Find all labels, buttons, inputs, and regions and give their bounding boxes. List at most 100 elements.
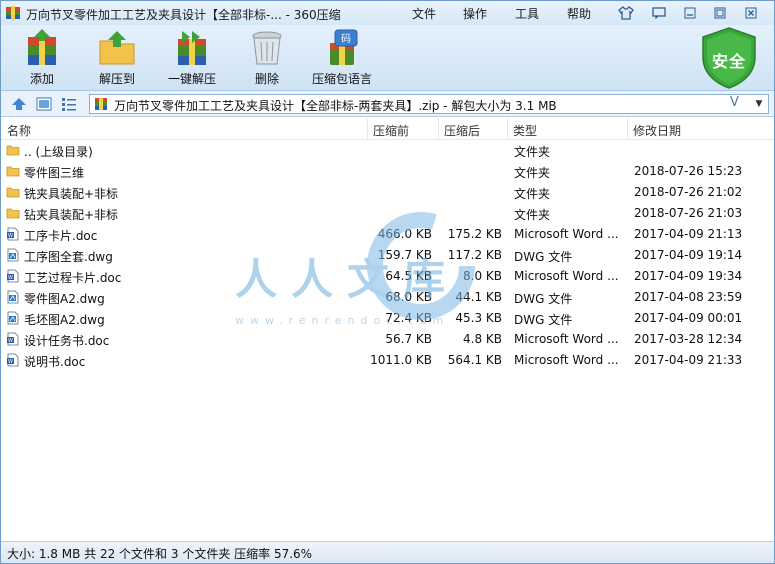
archive-language-button[interactable]: 码 压缩包语言	[309, 29, 375, 89]
list-item[interactable]: 工序图全套.dwg 159.7 KB 117.2 KB DWG 文件 2017-04-0…	[1, 245, 774, 266]
list-item[interactable]: W 工艺过程卡片.doc 64.5 KB 8.0 KB Microsoft Word .…	[1, 266, 774, 287]
file-list-header: 名称 压缩前 压缩后 类型 修改日期	[1, 118, 774, 140]
list-item[interactable]: 零件图A2.dwg 68.0 KB 44.1 KB DWG 文件 2017-04-08 …	[1, 287, 774, 308]
file-type: Microsoft Word ...	[514, 332, 619, 346]
address-field[interactable]: 万向节叉零件加工工艺及夹具设计【全部非标-两套夹具】.zip - 解包大小为 3…	[89, 94, 769, 114]
file-modified-date: 2017-04-08 23:59	[634, 290, 743, 304]
file-name: .. (上级目录)	[24, 145, 93, 159]
svg-text:码: 码	[341, 33, 351, 45]
column-divider[interactable]	[627, 118, 628, 140]
dwg-file-icon	[7, 290, 19, 304]
maximize-icon[interactable]	[710, 4, 730, 21]
address-dropdown-icon[interactable]: ▼	[750, 96, 768, 112]
folder-icon	[6, 208, 20, 219]
list-item[interactable]: 零件图三维 文件夹 2018-07-26 15:23	[1, 161, 774, 182]
list-item[interactable]: 毛坯图A2.dwg 72.4 KB 45.3 KB DWG 文件 2017-04-09 …	[1, 308, 774, 329]
file-type: 文件夹	[514, 187, 551, 201]
list-view-icon[interactable]	[61, 96, 77, 112]
menu-tools[interactable]: 工具	[515, 5, 539, 22]
add-label: 添加	[29, 72, 54, 86]
add-archive-icon	[28, 29, 56, 65]
address-path: 万向节叉零件加工工艺及夹具设计【全部非标-两套夹具】.zip - 解包大小为 3…	[114, 99, 557, 113]
list-item[interactable]: W 设计任务书.doc 56.7 KB 4.8 KB Microsoft Word ..…	[1, 329, 774, 350]
file-modified-date: 2018-07-26 21:03	[634, 206, 743, 220]
file-type: Microsoft Word ...	[514, 269, 619, 283]
menu-file[interactable]: 文件	[412, 5, 436, 22]
svg-text:W: W	[8, 338, 13, 344]
dwg-file-icon	[7, 248, 19, 262]
list-item[interactable]: 钻夹具装配+非标 文件夹 2018-07-26 21:03	[1, 203, 774, 224]
list-item[interactable]: .. (上级目录) 文件夹	[1, 140, 774, 161]
security-label: 安全	[711, 52, 746, 71]
delete-label: 删除	[254, 72, 279, 86]
column-name[interactable]: 名称	[7, 122, 31, 139]
extract-to-button[interactable]: 解压到	[84, 29, 150, 89]
file-packed-size: 175.2 KB	[447, 227, 502, 241]
file-size: 56.7 KB	[385, 332, 432, 346]
address-suffix: V	[730, 95, 739, 110]
file-packed-size: 117.2 KB	[447, 248, 502, 262]
file-type: DWG 文件	[514, 250, 573, 264]
column-divider[interactable]	[367, 118, 368, 140]
file-modified-date: 2017-04-09 21:13	[634, 227, 743, 241]
dwg-file-icon	[7, 311, 19, 325]
app-window: 万向节叉零件加工工艺及夹具设计【全部非标-... - 360压缩 文件 操作 工…	[0, 0, 775, 564]
file-name: 零件图三维	[24, 166, 85, 180]
window-title: 万向节叉零件加工工艺及夹具设计【全部非标-... - 360压缩	[26, 8, 341, 22]
list-item[interactable]: W 说明书.doc 1011.0 KB 564.1 KB Microsoft Word …	[1, 350, 774, 371]
column-divider[interactable]	[507, 118, 508, 140]
list-item[interactable]: W 工序卡片.doc 466.0 KB 175.2 KB Microsoft Word …	[1, 224, 774, 245]
file-modified-date: 2017-04-09 21:33	[634, 353, 743, 367]
app-logo-icon	[6, 6, 20, 20]
file-type: Microsoft Word ...	[514, 227, 619, 241]
close-icon[interactable]	[741, 4, 761, 21]
file-packed-size: 44.1 KB	[455, 290, 502, 304]
extract-folder-icon	[99, 31, 135, 65]
file-modified-date: 2017-03-28 12:34	[634, 332, 743, 346]
file-name: 工艺过程卡片.doc	[24, 271, 122, 285]
file-modified-date: 2018-07-26 15:23	[634, 164, 743, 178]
large-icon-view-icon[interactable]	[36, 96, 52, 112]
security-shield-button[interactable]: 安全	[701, 27, 761, 91]
column-compressed-before[interactable]: 压缩前	[373, 122, 409, 139]
word-document-icon: W	[7, 227, 19, 241]
file-packed-size: 8.0 KB	[463, 269, 502, 283]
file-name: 毛坯图A2.dwg	[24, 313, 105, 327]
archive-language-label: 压缩包语言	[311, 72, 372, 86]
list-item[interactable]: 铣夹具装配+非标 文件夹 2018-07-26 21:02	[1, 182, 774, 203]
one-click-extract-button[interactable]: 一键解压	[159, 29, 225, 89]
main-toolbar: 添加 解压到 一键解压 删除 码 压缩包语言 安全	[1, 25, 774, 91]
word-document-icon: W	[7, 332, 19, 346]
column-type[interactable]: 类型	[513, 122, 537, 139]
file-modified-date: 2017-04-09 19:14	[634, 248, 743, 262]
menu-operation[interactable]: 操作	[463, 5, 487, 22]
skin-shirt-icon[interactable]	[616, 4, 636, 21]
file-size: 64.5 KB	[385, 269, 432, 283]
feedback-icon[interactable]	[649, 4, 669, 21]
zip-file-icon	[95, 98, 107, 110]
one-click-extract-icon	[178, 31, 206, 65]
file-size: 466.0 KB	[377, 227, 432, 241]
menu-help[interactable]: 帮助	[567, 5, 591, 22]
file-size: 72.4 KB	[385, 311, 432, 325]
svg-text:W: W	[8, 359, 13, 365]
minimize-icon[interactable]	[680, 4, 700, 21]
column-divider[interactable]	[438, 118, 439, 140]
column-compressed-after[interactable]: 压缩后	[444, 122, 480, 139]
file-name: 工序卡片.doc	[24, 229, 98, 243]
status-bar: 大小: 1.8 MB 共 22 个文件和 3 个文件夹 压缩率 57.6%	[1, 541, 774, 563]
file-size: 68.0 KB	[385, 290, 432, 304]
add-button[interactable]: 添加	[9, 29, 75, 89]
title-bar: 万向节叉零件加工工艺及夹具设计【全部非标-... - 360压缩 文件 操作 工…	[1, 1, 774, 25]
file-size: 1011.0 KB	[370, 353, 432, 367]
word-document-icon: W	[7, 269, 19, 283]
column-modified[interactable]: 修改日期	[633, 122, 681, 139]
file-packed-size: 4.8 KB	[463, 332, 502, 346]
file-type: 文件夹	[514, 208, 551, 222]
file-type: DWG 文件	[514, 313, 573, 327]
file-type: 文件夹	[514, 145, 551, 159]
up-arrow-icon[interactable]	[11, 96, 27, 112]
delete-button[interactable]: 删除	[234, 29, 300, 89]
archive-language-icon: 码	[330, 29, 358, 65]
trash-can-icon	[252, 31, 282, 65]
